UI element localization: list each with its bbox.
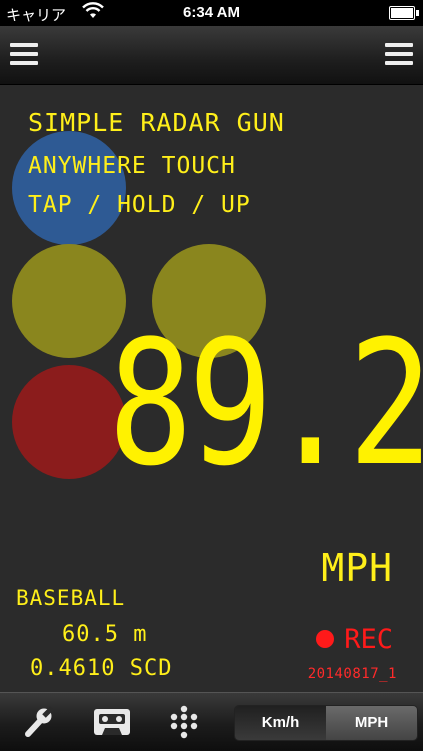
- bottom-toolbar: Km/h MPH: [0, 692, 423, 751]
- left-menu-button[interactable]: [10, 43, 38, 67]
- elapsed-time-value: 0.4610 SCD: [30, 656, 173, 681]
- battery-icon: [389, 6, 419, 20]
- status-time: 6:34 AM: [183, 4, 240, 21]
- blue-touch-circle[interactable]: [12, 131, 126, 245]
- cassette-icon[interactable]: [92, 705, 130, 739]
- unit-segmented-control: Km/h MPH: [234, 705, 418, 741]
- hamburger-icon: [10, 43, 38, 47]
- unit-option-kmh[interactable]: Km/h: [235, 706, 326, 740]
- hamburger-icon: [385, 43, 413, 47]
- record-dot-icon: [316, 629, 335, 648]
- app-title: SIMPLE RADAR GUN: [28, 108, 285, 137]
- status-bar: キャリア 6:34 AM: [0, 0, 423, 26]
- recording-file-name: 20140817_1: [307, 666, 397, 682]
- hint-anywhere-touch: ANYWHERE TOUCH: [28, 153, 236, 179]
- rec-indicator[interactable]: REC: [316, 624, 393, 655]
- hint-tap-hold-up: TAP / HOLD / UP: [28, 192, 251, 218]
- grid-icon[interactable]: [166, 705, 202, 739]
- rec-label: REC: [344, 624, 393, 655]
- wrench-icon[interactable]: [20, 705, 56, 739]
- speed-unit: MPH: [321, 546, 393, 590]
- unit-option-mph[interactable]: MPH: [326, 706, 417, 740]
- distance-value: 60.5 m: [62, 622, 148, 647]
- right-menu-button[interactable]: [385, 43, 413, 67]
- speed-readout: 89.2: [108, 303, 423, 504]
- top-bar: [0, 26, 423, 85]
- sport-label: BASEBALL: [16, 586, 126, 610]
